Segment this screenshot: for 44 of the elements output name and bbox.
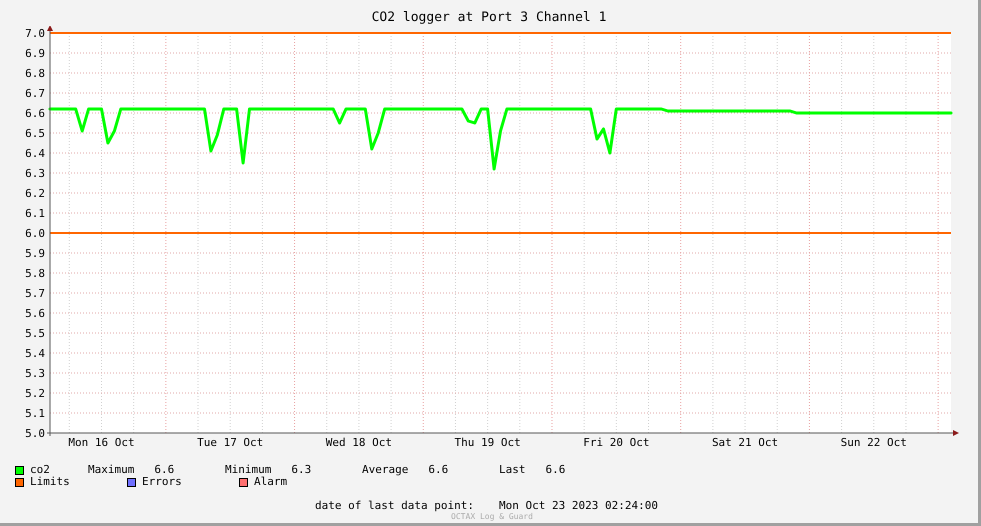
y-tick-label: 6.4 — [25, 147, 45, 160]
y-tick-label: 6.0 — [25, 227, 45, 240]
legend-label: Limits — [30, 476, 70, 488]
y-tick-label: 5.6 — [25, 307, 45, 320]
y-tick-label: 7.0 — [25, 27, 45, 40]
y-tick-label: 5.5 — [25, 327, 45, 340]
y-tick-label: 5.7 — [25, 287, 45, 300]
x-tick-label: Tue 17 Oct — [197, 436, 264, 449]
chart-title: CO2 logger at Port 3 Channel 1 — [372, 10, 606, 26]
credit-text: OCTAX Log & Guard — [451, 512, 533, 521]
y-tick-label: 6.7 — [25, 87, 45, 100]
y-tick-label: 6.9 — [25, 47, 45, 60]
y-tick-label: 5.3 — [25, 367, 45, 380]
stat-value: 6.6 — [546, 464, 566, 476]
stat-value: 6.6 — [428, 464, 448, 476]
y-tick-label: 5.8 — [25, 267, 45, 280]
y-tick-label: 6.2 — [25, 187, 45, 200]
x-tick-label: Wed 18 Oct — [326, 436, 392, 449]
x-tick-label: Fri 20 Oct — [583, 436, 650, 449]
last-data-value: Mon Oct 23 2023 02:24:00 — [499, 500, 658, 512]
y-tick-label: 6.6 — [25, 107, 45, 120]
y-tick-label: 6.1 — [25, 207, 45, 220]
stat-label: Minimum — [225, 464, 272, 476]
stat-value: 6.6 — [154, 464, 174, 476]
legend-label: Errors — [142, 476, 182, 488]
x-tick-label: Mon 16 Oct — [68, 436, 135, 449]
stat-label: Maximum — [88, 464, 134, 476]
y-tick-label: 6.3 — [25, 167, 45, 180]
x-tick-label: Thu 19 Oct — [454, 436, 521, 449]
y-tick-label: 5.1 — [25, 407, 45, 420]
y-tick-label: 6.8 — [25, 67, 45, 80]
legend-label: co2 — [30, 464, 50, 476]
y-tick-label: 5.0 — [25, 427, 45, 440]
stat-value: 6.3 — [291, 464, 312, 476]
last-data-label: date of last data point: — [315, 500, 475, 512]
x-tick-label: Sat 21 Oct — [712, 436, 778, 449]
x-tick-label: Sun 22 Oct — [840, 436, 907, 449]
stat-label: Average — [362, 464, 408, 476]
y-tick-label: 5.2 — [25, 387, 45, 400]
stat-label: Last — [499, 464, 526, 476]
y-tick-label: 6.5 — [25, 127, 45, 140]
legend-label: Alarm — [254, 476, 288, 488]
y-tick-label: 5.9 — [25, 247, 45, 260]
y-tick-label: 5.4 — [25, 347, 45, 360]
